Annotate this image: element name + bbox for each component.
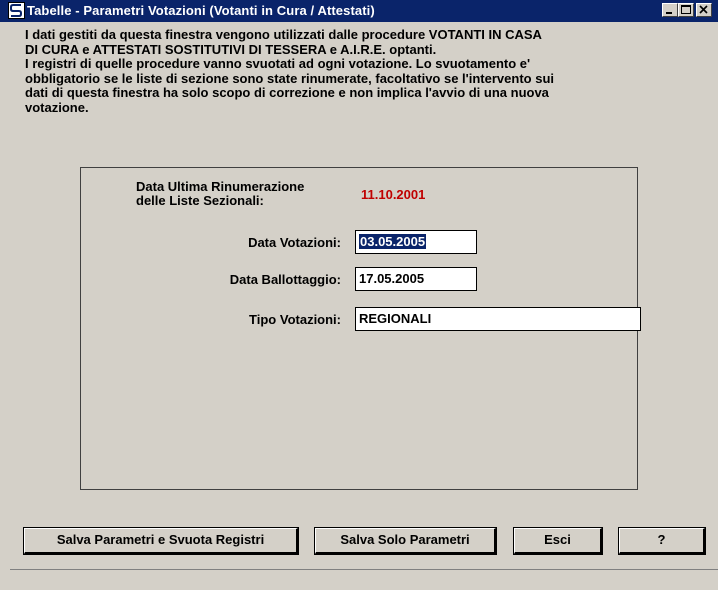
app-s-icon[interactable] [8,2,25,19]
intro-line: DI CURA e ATTESTATI SOSTITUTIVI DI TESSE… [25,41,437,57]
maximize-button[interactable] [678,3,694,17]
save-and-clear-button[interactable]: Salva Parametri e Svuota Registri [24,528,298,554]
voting-date-value: 03.05.2005 [359,234,427,249]
voting-type-label: Tipo Votazioni: [249,312,341,327]
intro-line: votazione. [25,99,89,115]
exit-button[interactable]: Esci [514,528,602,554]
save-only-button[interactable]: Salva Solo Parametri [315,528,496,554]
renumbering-date-value: 11.10.2001 [361,187,426,202]
renumbering-date-label: Data Ultima Rinumerazione delle Liste Se… [136,180,304,208]
intro-line: I registri di quelle procedure vanno svu… [25,56,531,71]
voting-date-field[interactable]: 03.05.2005 [355,230,477,254]
intro-line: obbligatorio se le liste di sezione sono… [25,70,554,86]
voting-type-field[interactable]: REGIONALI [355,307,641,331]
window-title: Tabelle - Parametri Votazioni (Votanti i… [27,3,375,18]
main-window: Tabelle - Parametri Votazioni (Votanti i… [0,0,718,590]
help-button[interactable]: ? [619,528,705,554]
runoff-date-label: Data Ballottaggio: [229,272,341,287]
runoff-date-field[interactable]: 17.05.2005 [355,267,477,291]
intro-text: I dati gestiti da questa finestra vengon… [25,27,705,115]
intro-line: I dati gestiti da questa finestra vengon… [25,27,542,42]
renumbering-date-label-line2: delle Liste Sezionali: [136,193,264,208]
renumbering-date-label-line1: Data Ultima Rinumerazione [136,179,305,194]
minimize-button[interactable] [662,3,678,17]
status-bar [10,569,718,590]
voting-date-label: Data Votazioni: [248,235,341,250]
title-bar[interactable]: Tabelle - Parametri Votazioni (Votanti i… [0,0,718,22]
intro-line: dati di questa finestra ha solo scopo di… [25,85,549,100]
close-button[interactable] [696,3,712,17]
